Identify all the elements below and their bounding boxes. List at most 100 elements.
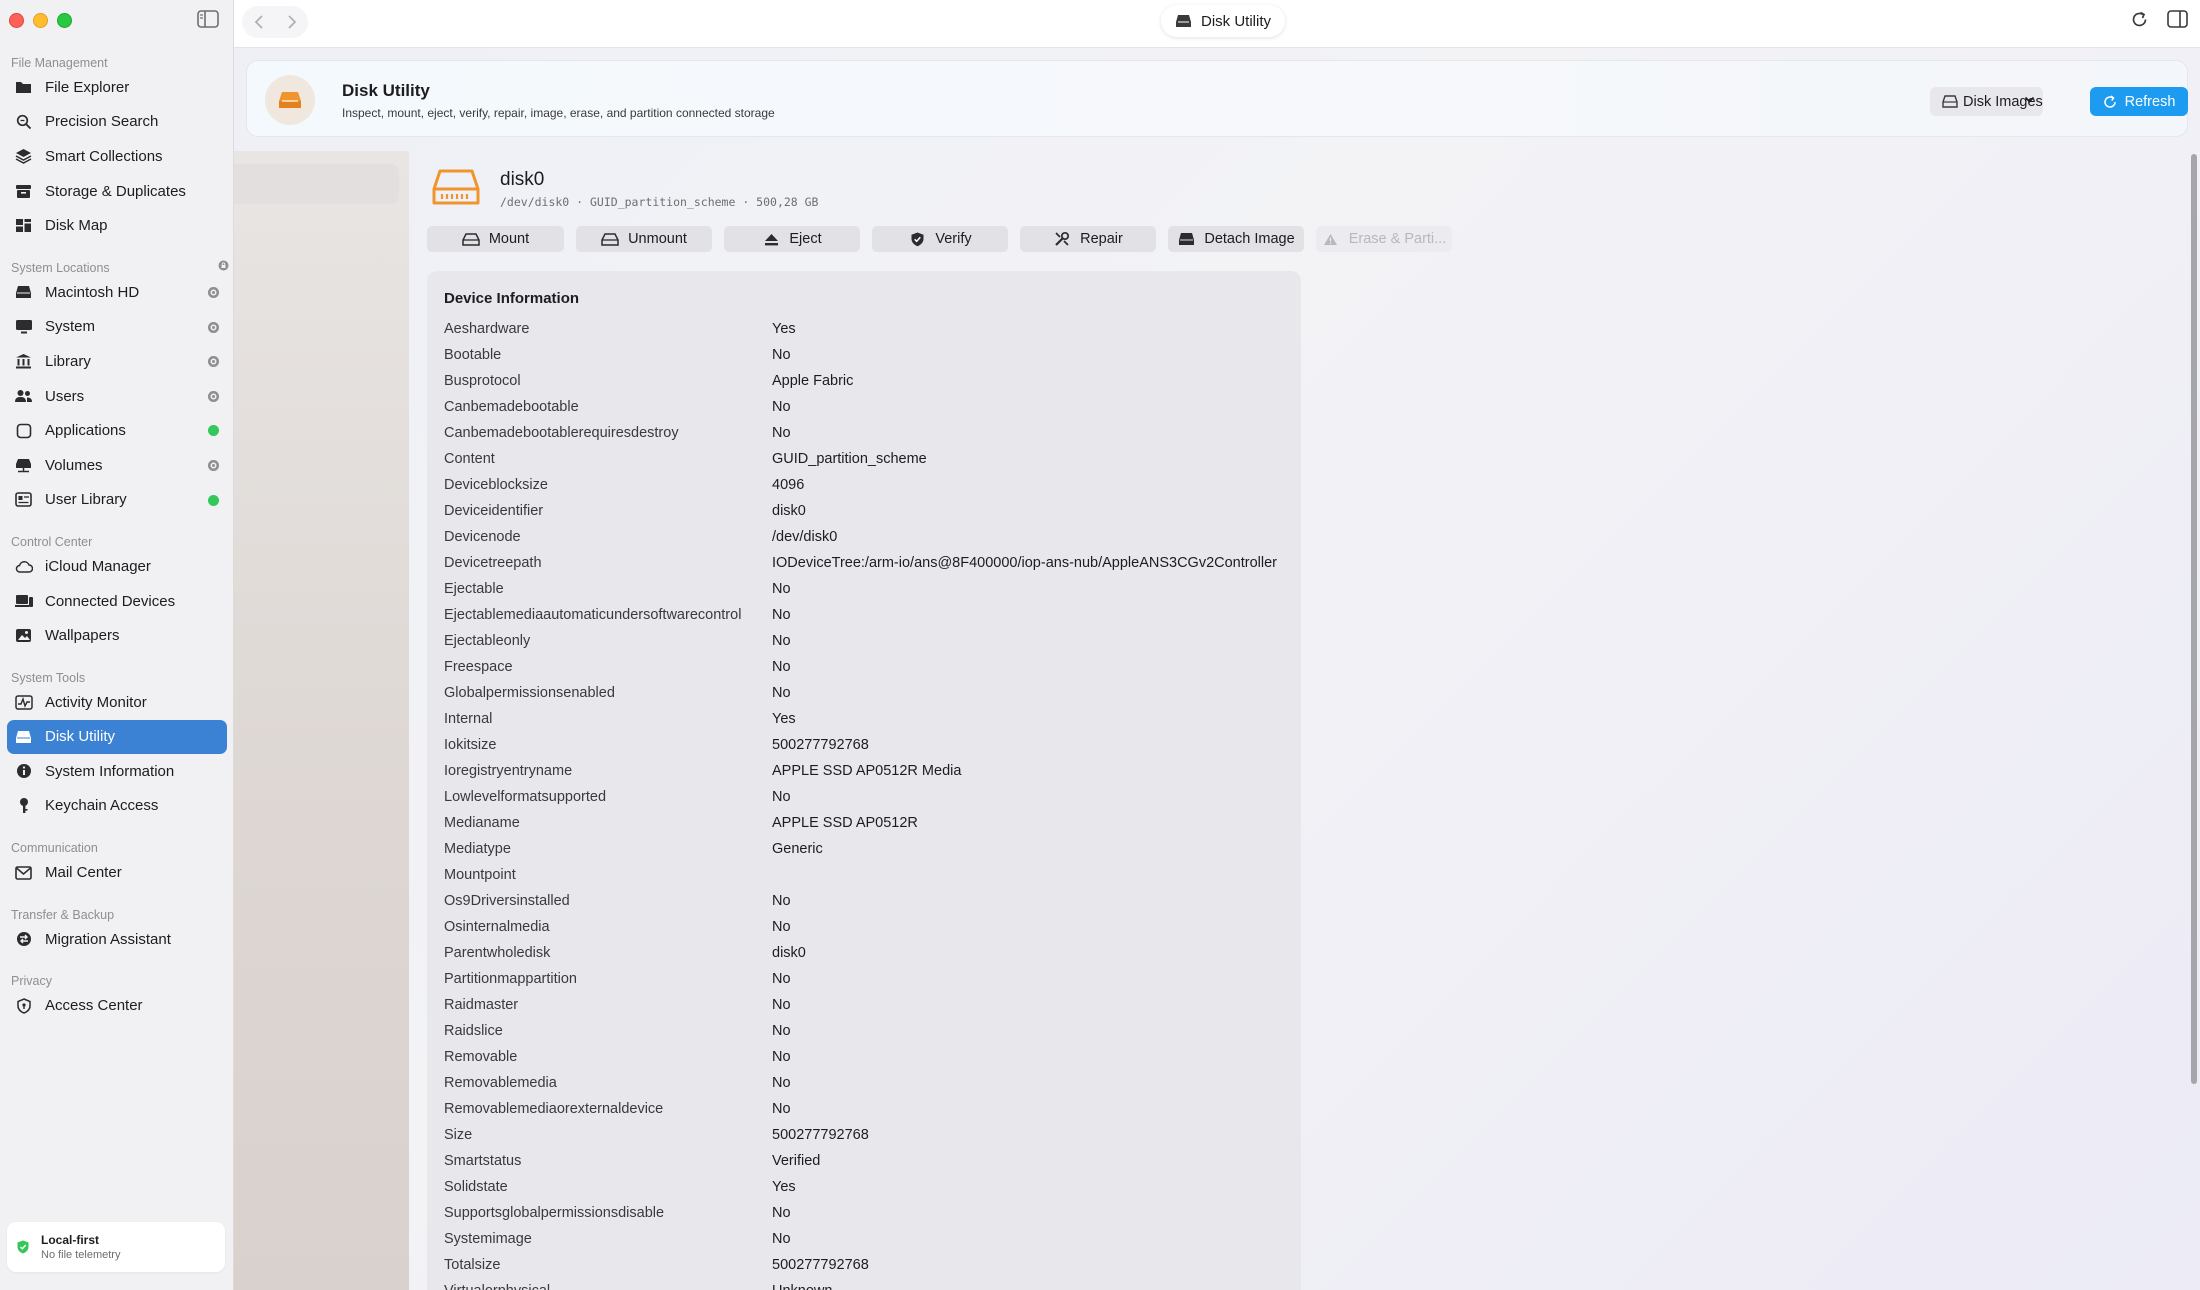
sidebar-section-communication: Communication xyxy=(0,833,234,855)
titlebar-actions xyxy=(2130,10,2188,29)
eject-button[interactable]: Eject xyxy=(724,226,860,252)
sidebar-item-system[interactable]: System xyxy=(7,310,227,345)
users-icon xyxy=(14,387,33,406)
table-row: Raidmaster No xyxy=(444,992,1284,1018)
sidebar-item-macintosh-hd[interactable]: Macintosh HD xyxy=(7,275,227,310)
property-key: Solidstate xyxy=(444,1179,508,1195)
refresh-icon xyxy=(2103,94,2117,109)
sidebar-item-disk-map[interactable]: Disk Map xyxy=(7,208,227,243)
sidebar-section-title: System Locations xyxy=(11,260,110,275)
erase-and-parti-button[interactable]: Erase & Parti... xyxy=(1316,226,1452,252)
sidebar-nav: File Management File Explorer Precision Se… xyxy=(0,48,234,1023)
table-row: Osinternalmedia No xyxy=(444,914,1284,940)
disk-icon xyxy=(14,727,33,746)
table-row: Systemimage No xyxy=(444,1226,1284,1252)
sidebar-item-activity-monitor[interactable]: Activity Monitor xyxy=(7,685,227,720)
sidebar-item-user-library[interactable]: User Library xyxy=(7,483,227,518)
mount-button[interactable]: Mount xyxy=(427,226,564,252)
reload-icon[interactable] xyxy=(2130,10,2149,29)
titlebar: Disk Utility xyxy=(234,0,2200,48)
refresh-button[interactable]: Refresh xyxy=(2090,87,2188,116)
sidebar-item-label: Wallpapers xyxy=(45,627,120,645)
sidebar-item-system-information[interactable]: System Information xyxy=(7,754,227,789)
sidebar-item-smart-collections[interactable]: Smart Collections xyxy=(7,139,227,174)
drive-icon xyxy=(1942,95,1958,108)
forward-icon[interactable] xyxy=(287,14,297,30)
sidebar-item-file-explorer[interactable]: File Explorer xyxy=(7,70,227,105)
property-key: Bootable xyxy=(444,347,502,363)
property-value: No xyxy=(772,399,791,415)
sidebar-item-access-center[interactable]: Access Center xyxy=(7,988,227,1023)
status-indicator-icon xyxy=(208,286,219,298)
local-first-subtitle: No file telemetry xyxy=(41,1249,121,1261)
back-icon[interactable] xyxy=(254,14,264,30)
property-key: Os9Driversinstalled xyxy=(444,893,570,909)
disk-images-select[interactable]: Disk Images xyxy=(1930,87,2043,116)
minimize-window-button[interactable] xyxy=(33,13,48,28)
close-window-button[interactable] xyxy=(9,13,24,28)
property-key: Ejectable xyxy=(444,581,504,597)
sidebar-item-storage-and-duplicates[interactable]: Storage & Duplicates xyxy=(7,174,227,209)
detach-image-button[interactable]: Detach Image xyxy=(1168,226,1304,252)
sidebar-item-migration-assistant[interactable]: Migration Assistant xyxy=(7,922,227,957)
action-button-label: Detach Image xyxy=(1204,231,1295,247)
sidebar-item-precision-search[interactable]: Precision Search xyxy=(7,105,227,140)
table-row: Mountpoint xyxy=(444,862,1284,888)
property-value: No xyxy=(772,919,791,935)
action-button-label: Verify xyxy=(935,231,972,247)
property-key: Removable xyxy=(444,1049,518,1065)
sidebar-item-icloud-manager[interactable]: iCloud Manager xyxy=(7,549,227,584)
sidebar-item-wallpapers[interactable]: Wallpapers xyxy=(7,618,227,653)
disk-list-item-selected[interactable] xyxy=(234,164,399,204)
sidebar-item-connected-devices[interactable]: Connected Devices xyxy=(7,584,227,619)
table-row: Smartstatus Verified xyxy=(444,1148,1284,1174)
property-value: No xyxy=(772,893,791,909)
sidebar-item-disk-utility[interactable]: Disk Utility xyxy=(7,719,227,755)
sidebar-item-mail-center[interactable]: Mail Center xyxy=(7,855,227,890)
window-title-text: Disk Utility xyxy=(1201,12,1271,30)
sidebar-toggle-icon[interactable] xyxy=(197,10,221,30)
library-icon xyxy=(14,352,33,371)
sidebar-section-transfer-and-backup: Transfer & Backup xyxy=(0,900,234,922)
property-key: Devicenode xyxy=(444,529,521,545)
drive-icon xyxy=(1175,14,1192,28)
property-key: Aeshardware xyxy=(444,321,530,337)
sidebar-item-keychain-access[interactable]: Keychain Access xyxy=(7,789,227,824)
table-row: Freespace No xyxy=(444,654,1284,680)
property-value: No xyxy=(772,659,791,675)
property-value: No xyxy=(772,971,791,987)
monitor-icon xyxy=(14,317,33,336)
verify-button[interactable]: Verify xyxy=(872,226,1008,252)
history-nav xyxy=(242,6,308,38)
scrollbar[interactable] xyxy=(2191,154,2197,1084)
sidebar-section-system-locations: System Locations xyxy=(0,253,234,275)
repair-button[interactable]: Repair xyxy=(1020,226,1156,252)
table-row: Busprotocol Apple Fabric xyxy=(444,368,1284,394)
property-value: Yes xyxy=(772,711,796,727)
property-key: Globalpermissionsenabled xyxy=(444,685,615,701)
unmount-button[interactable]: Unmount xyxy=(576,226,712,252)
device-information-card: Device Information Aeshardware Yes Bootabl… xyxy=(427,271,1301,1290)
property-key: Deviceblocksize xyxy=(444,477,548,493)
table-row: Removable No xyxy=(444,1044,1284,1070)
sidebar-item-volumes[interactable]: Volumes xyxy=(7,448,227,483)
property-key: Osinternalmedia xyxy=(444,919,550,935)
table-row: Totalsize 500277792768 xyxy=(444,1252,1284,1278)
sidebar-section-title: File Management xyxy=(11,56,108,70)
status-indicator-icon xyxy=(208,425,219,437)
sidebar-item-library[interactable]: Library xyxy=(7,344,227,379)
zoom-window-button[interactable] xyxy=(57,13,72,28)
property-value: GUID_partition_scheme xyxy=(772,451,927,467)
sidebar-item-applications[interactable]: Applications xyxy=(7,413,227,448)
property-value: No xyxy=(772,347,791,363)
repair-icon xyxy=(1053,231,1071,246)
sidebar-section-title: Privacy xyxy=(11,974,52,989)
property-value: No xyxy=(772,1231,791,1247)
privacy-lock-icon[interactable] xyxy=(218,260,229,271)
sidebar-item-users[interactable]: Users xyxy=(7,379,227,414)
property-key: Virtualorphysical xyxy=(444,1283,772,1290)
local-first-title: Local-first xyxy=(41,1233,100,1247)
property-key: Smartstatus xyxy=(444,1153,522,1169)
inspector-toggle-icon[interactable] xyxy=(2167,10,2188,29)
sidebar-section-file-management: File Management xyxy=(0,48,234,70)
